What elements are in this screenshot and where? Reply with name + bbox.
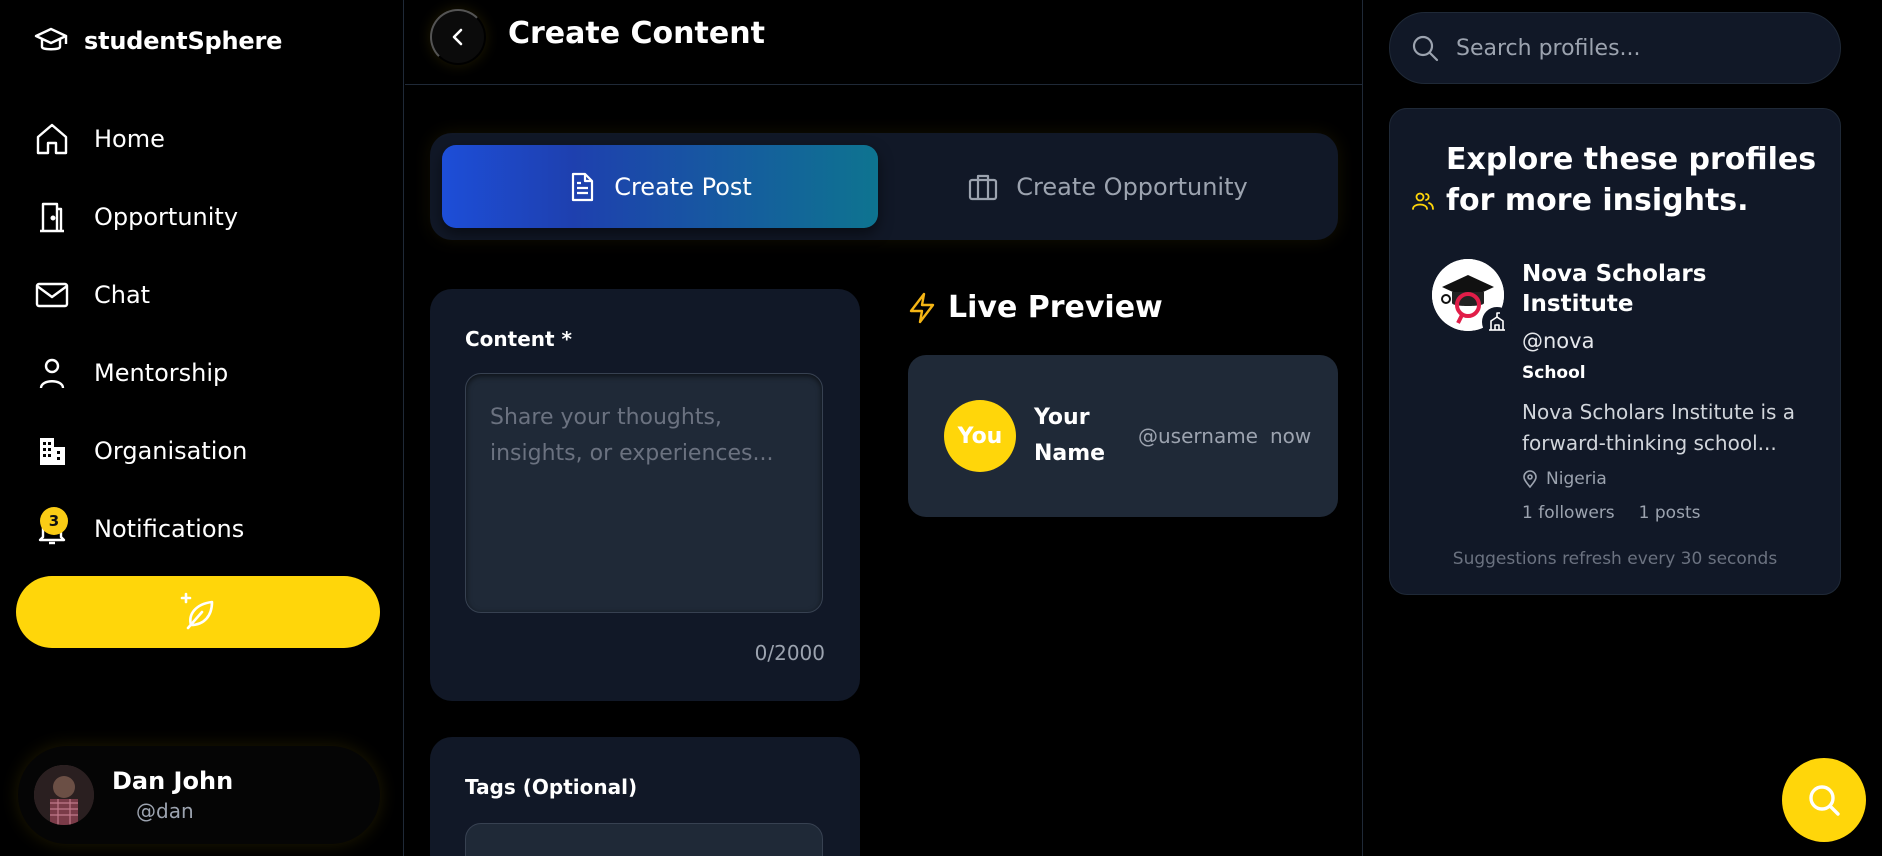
tags-input[interactable] <box>465 823 823 856</box>
preview-name: Your Name <box>1034 405 1106 466</box>
profile-stats: 1 followers 1 posts <box>1522 503 1812 523</box>
profile-posts: 1 posts <box>1638 503 1701 523</box>
user-icon <box>34 355 70 391</box>
main-content: Create Content Create Post Create Opport… <box>405 0 1363 856</box>
profile-handle: @nova <box>1522 329 1595 353</box>
floating-search-button[interactable] <box>1782 758 1866 842</box>
live-preview-heading: Live Preview <box>908 290 1163 325</box>
sidebar-nav: Home Opportunity Chat Mentorship Organis… <box>34 100 247 568</box>
preview-handle: @username <box>1138 424 1258 448</box>
door-icon <box>34 199 70 235</box>
content-label: Content * <box>465 327 573 351</box>
profile-location-text: Nigeria <box>1546 469 1607 489</box>
explore-profiles-card: Explore these profiles for more insights… <box>1389 108 1841 595</box>
brand[interactable]: studentSphere <box>34 26 282 56</box>
page-header: Create Content <box>405 0 1362 85</box>
profile-followers: 1 followers <box>1522 503 1615 523</box>
tags-card: Tags (Optional) <box>430 737 860 856</box>
sidebar-item-label: Notifications <box>94 515 245 543</box>
explore-title: Explore these profiles for more insights… <box>1446 142 1817 218</box>
graduation-cap-icon <box>34 26 68 56</box>
sidebar-item-mentorship[interactable]: Mentorship <box>34 334 247 412</box>
preview-time: now <box>1270 424 1312 448</box>
profile-bio: Nova Scholars Institute is a forward-thi… <box>1522 400 1796 455</box>
content-textarea[interactable] <box>465 373 823 613</box>
refresh-note: Suggestions refresh every 30 seconds <box>1452 549 1778 569</box>
profile-search[interactable] <box>1389 12 1841 84</box>
sidebar-item-home[interactable]: Home <box>34 100 247 178</box>
user-card[interactable]: Dan John @dan <box>18 746 380 844</box>
mail-icon <box>34 277 70 313</box>
lightning-icon <box>908 292 936 324</box>
feather-plus-icon <box>178 592 218 632</box>
sidebar-item-label: Mentorship <box>94 359 229 387</box>
profile-type: School <box>1522 363 1586 383</box>
profile-name: Nova Scholars Institute <box>1522 261 1707 317</box>
tab-create-post[interactable]: Create Post <box>442 145 878 228</box>
search-input[interactable] <box>1456 35 1816 61</box>
search-icon <box>1410 33 1440 63</box>
user-handle: @dan <box>136 799 194 823</box>
bell-icon: 3 <box>34 507 70 547</box>
avatar <box>34 765 94 825</box>
briefcase-icon <box>968 173 998 201</box>
chevron-left-icon <box>448 27 468 47</box>
sidebar-item-label: Home <box>94 125 165 153</box>
tags-label: Tags (Optional) <box>465 775 638 799</box>
sidebar: studentSphere Home Opportunity Chat Ment… <box>0 0 404 856</box>
location-pin-icon <box>1522 470 1538 488</box>
building-icon <box>34 433 70 469</box>
tab-create-opportunity[interactable]: Create Opportunity <box>890 145 1326 228</box>
sidebar-item-label: Opportunity <box>94 203 239 231</box>
sidebar-item-notifications[interactable]: 3 Notifications <box>34 490 247 568</box>
notification-badge: 3 <box>40 507 68 535</box>
sidebar-item-label: Organisation <box>94 437 248 465</box>
sidebar-item-chat[interactable]: Chat <box>34 256 247 334</box>
tab-label: Create Post <box>614 172 752 201</box>
home-icon <box>34 121 70 157</box>
sidebar-item-organisation[interactable]: Organisation <box>34 412 247 490</box>
back-button[interactable] <box>430 9 486 65</box>
tab-label: Create Opportunity <box>1016 172 1248 201</box>
sidebar-item-opportunity[interactable]: Opportunity <box>34 178 247 256</box>
profile-location: Nigeria <box>1522 469 1812 489</box>
right-panel: Explore these profiles for more insights… <box>1364 0 1882 856</box>
content-card: Content * 0/2000 <box>430 289 860 701</box>
character-counter: 0/2000 <box>754 641 825 665</box>
search-icon <box>1805 781 1843 819</box>
compose-button[interactable] <box>16 576 380 648</box>
profile-avatar <box>1432 259 1512 337</box>
user-name: Dan John <box>112 767 234 795</box>
preview-avatar: You <box>944 400 1016 472</box>
brand-name: studentSphere <box>84 27 283 55</box>
sidebar-item-label: Chat <box>94 281 151 309</box>
post-preview-card: You Your Name @username now <box>908 355 1338 517</box>
suggested-profile[interactable]: Nova Scholars Institute @nova School Nov… <box>1432 259 1812 523</box>
document-icon <box>568 172 596 202</box>
content-type-tabs: Create Post Create Opportunity <box>430 133 1338 240</box>
page-title: Create Content <box>508 16 765 51</box>
school-icon <box>1482 307 1512 337</box>
live-preview-title: Live Preview <box>948 290 1163 325</box>
users-icon <box>1412 191 1434 211</box>
